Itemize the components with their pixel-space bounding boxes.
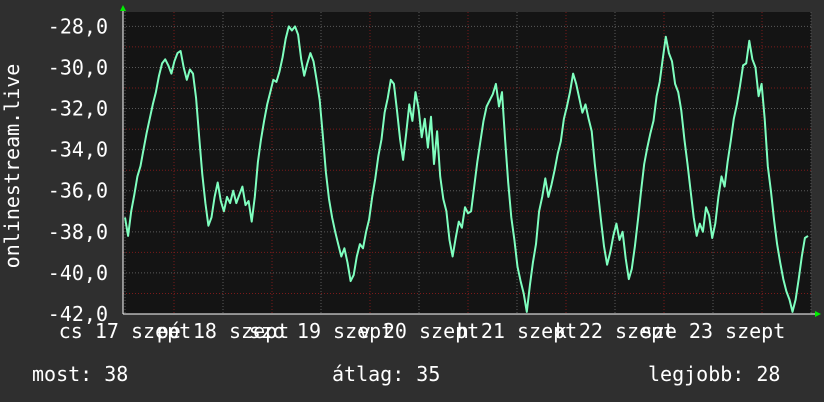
average-value-stat: átlag: 35 (332, 362, 441, 386)
y-tick-label: -30,0 (48, 55, 108, 79)
y-axis-label: onlinestream.live (0, 64, 24, 269)
current-value-stat: most: 38 (32, 362, 129, 386)
y-tick-label: -38,0 (48, 220, 108, 244)
x-tick-labels: cs 17 szeptpé 18 szeptszo 19 szeptv 20 s… (59, 319, 785, 343)
plot-area (123, 12, 811, 314)
y-tick-label: -34,0 (48, 138, 108, 162)
best-value-stat: legjobb: 28 (648, 362, 781, 386)
y-tick-label: -28,0 (48, 14, 108, 38)
x-tick-label: sze 23 szept (641, 319, 786, 343)
y-tick-label: -36,0 (48, 179, 108, 203)
y-tick-label: -40,0 (48, 261, 108, 285)
y-tick-label: -32,0 (48, 97, 108, 121)
line-chart: -28,0-30,0-32,0-34,0-36,0-38,0-40,0-42,0… (0, 0, 824, 350)
